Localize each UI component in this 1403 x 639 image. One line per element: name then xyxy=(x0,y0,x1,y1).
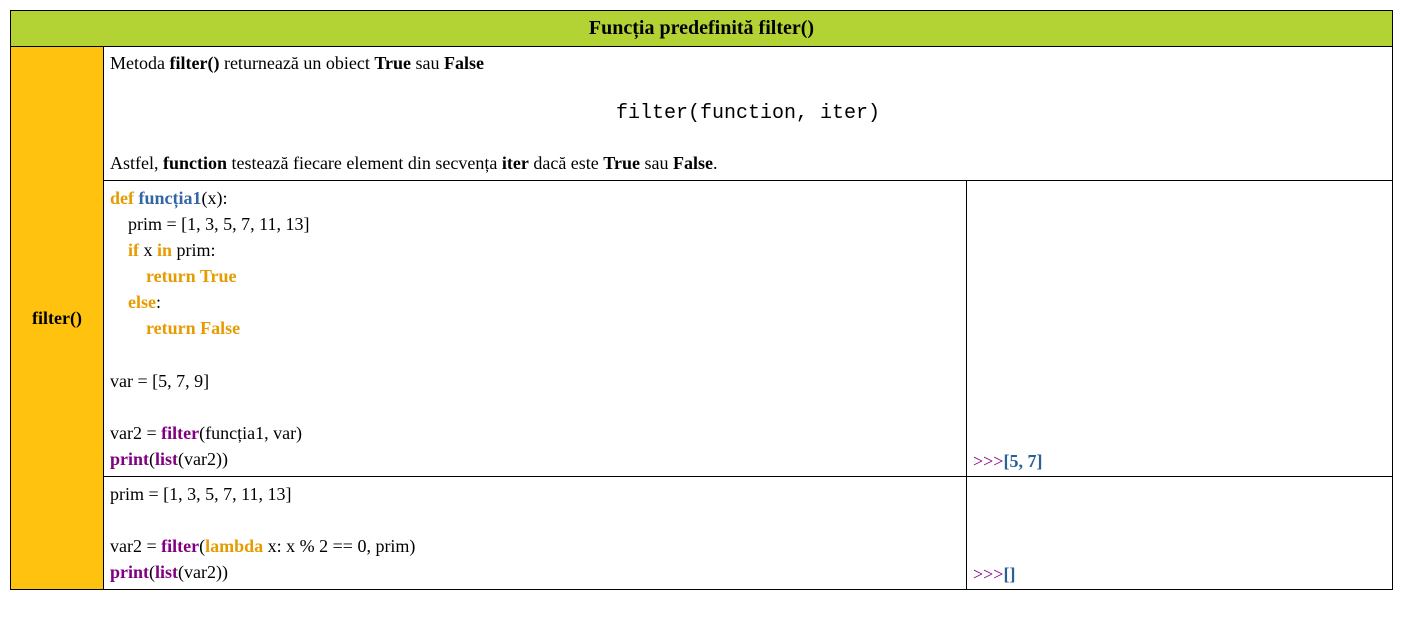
indent xyxy=(110,292,128,312)
text: dacă este xyxy=(529,153,603,173)
code-cell-1: def funcția1(x): prim = [1, 3, 5, 7, 11,… xyxy=(104,181,967,477)
keyword-if: if xyxy=(128,240,139,260)
keyword-return: return True xyxy=(146,266,237,286)
text-bold: filter() xyxy=(169,53,219,73)
keyword-else: else xyxy=(128,292,156,312)
description-cell: Metoda filter() returnează un obiect Tru… xyxy=(104,47,1393,181)
text: testează fiecare element din secvența xyxy=(227,153,502,173)
function-name: funcția1 xyxy=(139,188,202,208)
output-cell-2: >>>[] xyxy=(967,477,1393,590)
text: x: x % 2 == 0, prim) xyxy=(263,536,415,556)
text: var2 = xyxy=(110,536,161,556)
builtin-filter: filter xyxy=(161,536,199,556)
keyword-in: in xyxy=(157,240,172,260)
code-line: var = [5, 7, 9] xyxy=(110,371,209,391)
text: sau xyxy=(640,153,673,173)
text: Astfel, xyxy=(110,153,163,173)
code-line: prim = [1, 3, 5, 7, 11, 13] xyxy=(110,484,291,504)
output-value: [5, 7] xyxy=(1003,451,1042,471)
text-bold: False xyxy=(444,53,484,73)
filter-table: Funcția predefinită filter() filter() Me… xyxy=(10,10,1393,590)
text: (x): xyxy=(202,188,228,208)
keyword-lambda: lambda xyxy=(205,536,263,556)
text: (var2)) xyxy=(178,562,228,582)
keyword-def: def xyxy=(110,188,134,208)
text: : xyxy=(156,292,161,312)
text: var2 = xyxy=(110,423,161,443)
builtin-filter: filter xyxy=(161,423,199,443)
text: Metoda xyxy=(110,53,169,73)
text-bold: False xyxy=(673,153,713,173)
builtin-list: list xyxy=(155,562,178,582)
table-header: Funcția predefinită filter() xyxy=(11,11,1393,47)
description-intro: Metoda filter() returnează un obiect Tru… xyxy=(110,53,1386,74)
text: sau xyxy=(411,53,444,73)
text: . xyxy=(713,153,718,173)
text-bold: iter xyxy=(502,153,529,173)
code-line: prim = [1, 3, 5, 7, 11, 13] xyxy=(110,214,309,234)
side-label-cell: filter() xyxy=(11,47,104,590)
code-cell-2: prim = [1, 3, 5, 7, 11, 13] var2 = filte… xyxy=(104,477,967,590)
side-label: filter() xyxy=(32,308,82,328)
builtin-print: print xyxy=(110,562,149,582)
text: (var2)) xyxy=(178,449,228,469)
text-bold: True xyxy=(374,53,411,73)
text: x xyxy=(139,240,157,260)
text: (funcția1, var) xyxy=(199,423,302,443)
prompt: >>> xyxy=(973,451,1003,471)
keyword-return: return False xyxy=(146,318,240,338)
text-bold: function xyxy=(163,153,227,173)
text: returnează un obiect xyxy=(219,53,374,73)
output-cell-1: >>>[5, 7] xyxy=(967,181,1393,477)
text: prim: xyxy=(172,240,216,260)
text-bold: True xyxy=(603,153,640,173)
syntax-block: filter(function, iter) xyxy=(110,102,1386,125)
indent xyxy=(110,266,146,286)
output-value: [] xyxy=(1003,564,1015,584)
table-title: Funcția predefinită filter() xyxy=(589,17,814,39)
description-tail: Astfel, function testează fiecare elemen… xyxy=(110,153,1386,174)
builtin-list: list xyxy=(155,449,178,469)
prompt: >>> xyxy=(973,564,1003,584)
indent xyxy=(110,318,146,338)
builtin-print: print xyxy=(110,449,149,469)
